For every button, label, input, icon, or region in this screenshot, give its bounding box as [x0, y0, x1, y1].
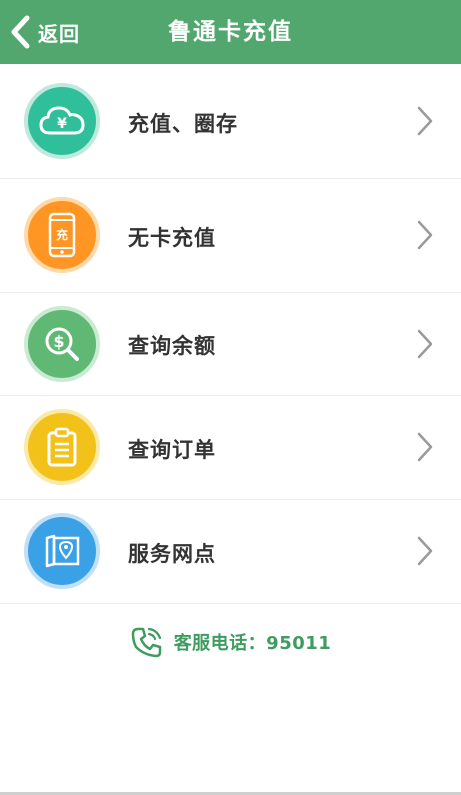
chevron-right-icon [417, 106, 433, 136]
header-bar: 返回 鲁通卡充值 [0, 0, 461, 64]
chevron-left-icon [11, 15, 30, 49]
svg-text:¥: ¥ [57, 116, 67, 132]
chevron-right-icon [417, 220, 433, 250]
menu-list: ¥ 充值、圈存 充 无卡充值 $ 查询余额 查询订单 服务网点 [0, 64, 461, 604]
phone-recharge-icon: 充 [24, 197, 100, 273]
customer-service-hotline[interactable]: 客服电话：95011 [0, 620, 461, 664]
hotline-text: 客服电话：95011 [173, 633, 332, 654]
cloud-yuan-icon: ¥ [24, 83, 100, 159]
menu-item-balance-query[interactable]: $ 查询余额 [0, 293, 461, 396]
back-button[interactable]: 返回 [0, 0, 110, 64]
menu-item-order-query[interactable]: 查询订单 [0, 396, 461, 500]
menu-item-label: 无卡充值 [128, 226, 216, 250]
phone-icon-text: 充 [56, 227, 68, 242]
menu-item-label: 查询订单 [128, 438, 216, 462]
svg-text:$: $ [53, 332, 64, 351]
back-label: 返回 [38, 21, 80, 46]
menu-item-service-outlets[interactable]: 服务网点 [0, 500, 461, 604]
menu-item-cardless-recharge[interactable]: 充 无卡充值 [0, 179, 461, 293]
chevron-right-icon [417, 536, 433, 566]
phone-icon [131, 627, 161, 658]
menu-item-label: 服务网点 [128, 542, 216, 566]
menu-item-recharge[interactable]: ¥ 充值、圈存 [0, 64, 461, 179]
chevron-right-icon [417, 329, 433, 359]
menu-item-label: 充值、圈存 [128, 112, 238, 136]
menu-item-label: 查询余额 [128, 334, 216, 358]
clipboard-icon [24, 409, 100, 485]
chevron-right-icon [417, 432, 433, 462]
dollar-search-icon: $ [24, 306, 100, 382]
map-pin-icon [24, 513, 100, 589]
